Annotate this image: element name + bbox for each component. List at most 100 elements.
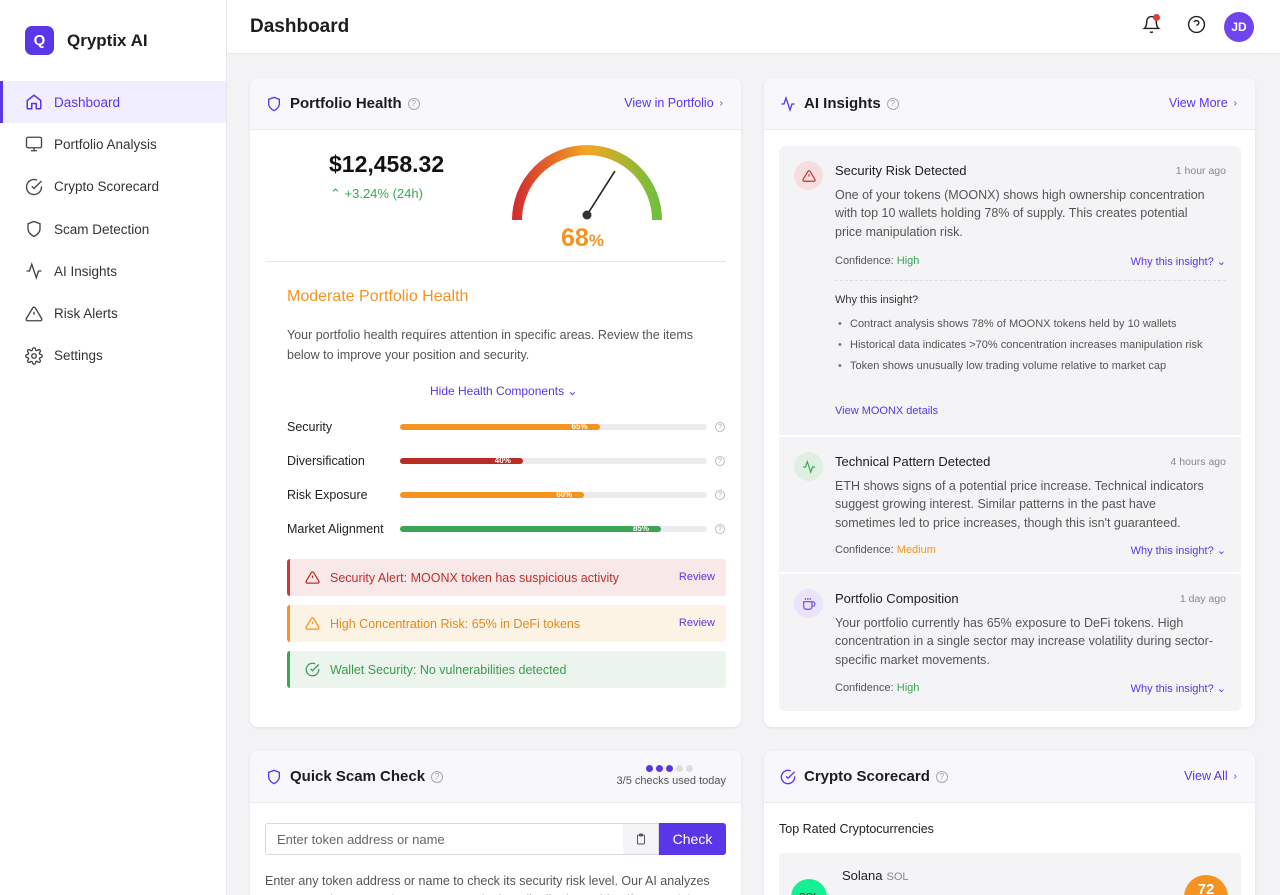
sidebar-item-label: Risk Alerts [54,306,118,322]
security-alert: Security Alert: MOONX token has suspicio… [287,559,726,596]
view-in-portfolio-link[interactable]: View in Portfolio › [624,96,723,110]
top-header: Dashboard JD [227,0,1280,54]
portfolio-value: $12,458.32 [329,151,445,177]
alert-triangle-icon [794,161,823,190]
scorecard-row[interactable]: SOL SolanaSOL 72 [779,853,1241,895]
card-title: AI Insights [804,95,881,112]
info-icon[interactable]: ? [715,422,725,432]
health-component-diversification: Diversification 40% ? [287,451,727,471]
alert-text: Security Alert: MOONX token has suspicio… [330,570,619,585]
notification-dot [1153,14,1160,21]
insight-time: 1 day ago [1179,593,1226,605]
check-circle-icon [25,178,43,196]
component-pct: 65% [571,422,588,431]
chevron-up-icon: ⌄ [1216,256,1226,268]
portfolio-change: ⌃ +3.24% (24h) [330,186,423,201]
health-status: Moderate Portfolio Health [287,288,469,305]
why-reasons: Contract analysis shows 78% of MOONX tok… [835,316,1225,379]
sidebar-item-ai-insights[interactable]: AI Insights [0,250,226,292]
why-reason: Contract analysis shows 78% of MOONX tok… [835,316,1225,333]
sidebar-item-label: Portfolio Analysis [54,136,157,152]
insight-time: 1 hour ago [1175,165,1226,177]
hide-health-components-toggle[interactable]: Hide Health Components ⌄ [430,384,577,398]
info-icon[interactable]: ? [935,770,948,783]
header-actions: JD [1123,10,1254,44]
sidebar-item-settings[interactable]: Settings [0,335,226,377]
info-icon[interactable]: ? [431,770,444,783]
check-button[interactable]: Check [659,823,726,855]
user-avatar[interactable]: JD [1224,12,1254,42]
health-percentage: 68% [561,224,604,252]
arrow-up-icon: ⌃ [330,186,345,201]
help-circle-icon [1187,15,1206,39]
info-icon[interactable]: ? [407,97,420,110]
why-reason: Historical data indicates >70% concentra… [835,337,1225,354]
review-button[interactable]: Review [679,617,715,629]
crypto-scorecard-card: Crypto Scorecard ? View All › Top Rated C… [764,751,1255,895]
shield-icon [268,769,280,784]
sidebar-item-risk-alerts[interactable]: Risk Alerts [0,292,226,334]
coin-score: 72 [1184,875,1228,895]
brand[interactable]: Q Qryptix AI [0,0,226,81]
sidebar-nav: Dashboard Portfolio Analysis Crypto Scor… [0,81,226,377]
alert-text: Wallet Security: No vulnerabilities dete… [330,662,567,677]
component-label: Risk Exposure [287,488,368,502]
view-moonx-details-link[interactable]: View MOONX details [835,405,938,417]
view-more-link[interactable]: View More › [1169,96,1237,110]
help-button[interactable] [1179,10,1213,44]
review-button[interactable]: Review [679,571,715,583]
sidebar-item-label: Dashboard [54,94,121,110]
paste-button[interactable] [623,823,659,855]
component-label: Security [287,420,333,434]
sidebar-item-scam-detection[interactable]: Scam Detection [0,208,226,250]
gauge-needle [586,170,616,216]
insight-confidence: Confidence: High [835,682,920,694]
component-pct: 40% [494,456,511,465]
shield-icon [25,220,43,238]
insight-body: One of your tokens (MOONX) shows high ow… [835,188,1205,239]
alert-triangle-icon [25,305,43,323]
insight-confidence: Confidence: High [835,255,920,267]
sidebar-item-label: Scam Detection [54,221,150,237]
component-label: Diversification [287,454,365,468]
sidebar: Q Qryptix AI Dashboard Portfolio Analysi… [0,0,227,895]
notifications-button[interactable] [1134,10,1168,44]
usage-dot [666,765,673,772]
coin-name: Solana SOL [842,868,909,883]
insight-body: ETH shows signs of a potential price inc… [835,479,1204,530]
component-track: 40% [400,456,707,465]
info-icon[interactable]: ? [715,490,725,500]
sidebar-item-crypto-scorecard[interactable]: Crypto Scorecard [0,166,226,208]
chevron-down-icon: ⌄ [567,384,578,398]
info-icon[interactable]: ? [715,524,725,534]
alert-triangle-icon [305,617,320,630]
sidebar-item-dashboard[interactable]: Dashboard [0,81,226,124]
monitor-icon [25,135,43,153]
insight-title: Portfolio Composition [835,591,959,606]
why-this-insight-toggle[interactable]: Why this insight? ⌄ [1131,682,1226,695]
activity-icon [794,452,823,481]
divider [265,261,726,262]
chevron-right-icon: › [719,97,723,109]
card-title: Portfolio Health [290,95,402,112]
insight-title: Security Risk Detected [835,163,967,178]
sidebar-item-portfolio-analysis[interactable]: Portfolio Analysis [0,123,226,165]
why-this-insight-toggle[interactable]: Why this insight? ⌄ [1131,255,1226,268]
activity-icon [781,95,795,112]
view-all-link[interactable]: View All › [1184,769,1237,783]
usage-dot [686,765,693,772]
token-search-input[interactable] [265,823,624,855]
info-icon[interactable]: ? [715,456,725,466]
health-component-risk-exposure: Risk Exposure 60% ? [287,485,727,505]
health-component-security: Security 65% ? [287,417,727,437]
gauge-arc [512,145,662,221]
component-pct: 60% [556,490,573,499]
check-circle-icon [305,662,320,677]
component-track: 85% [400,524,707,533]
solana-logo: SOL [791,879,827,895]
chevron-down-icon: ⌄ [1216,683,1226,695]
info-icon[interactable]: ? [886,97,899,110]
why-this-insight-toggle[interactable]: Why this insight? ⌄ [1131,544,1226,557]
component-pct: 85% [632,524,649,533]
sidebar-item-label: Settings [54,348,103,364]
